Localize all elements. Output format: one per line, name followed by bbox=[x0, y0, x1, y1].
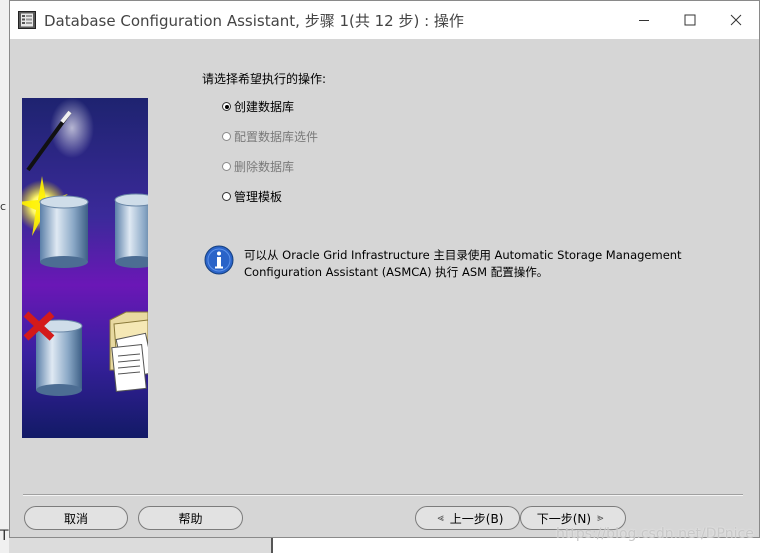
help-button[interactable]: 帮助 bbox=[138, 506, 243, 530]
radio-button[interactable] bbox=[222, 162, 231, 171]
back-label: 上一步(B) bbox=[449, 511, 504, 526]
close-button[interactable] bbox=[713, 1, 759, 39]
radio-delete-database[interactable]: 删除数据库 bbox=[222, 158, 294, 175]
radio-button[interactable] bbox=[222, 102, 231, 111]
radio-label: 创建数据库 bbox=[234, 100, 295, 114]
title-bar[interactable]: Database Configuration Assistant, 步骤 1(共… bbox=[10, 1, 759, 39]
radio-configure-options[interactable]: 配置数据库选件 bbox=[222, 128, 318, 145]
radio-create-database[interactable]: 创建数据库 bbox=[222, 98, 294, 115]
window-controls bbox=[621, 1, 759, 39]
background-window-edge: c T bbox=[0, 0, 9, 553]
chevron-right-icon: ⪢ bbox=[597, 511, 604, 524]
radio-manage-templates[interactable]: 管理模板 bbox=[222, 188, 282, 205]
chevron-left-icon: ⪡ bbox=[437, 511, 444, 524]
background-text-fragment: T bbox=[0, 528, 9, 544]
database-icon bbox=[39, 195, 89, 268]
minimize-icon bbox=[639, 20, 649, 21]
database-icon bbox=[114, 193, 148, 268]
operation-prompt: 请选择希望执行的操作: bbox=[202, 72, 327, 86]
wizard-illustration bbox=[22, 98, 148, 438]
window-title: Database Configuration Assistant, 步骤 1(共… bbox=[44, 11, 464, 30]
back-button[interactable]: ⪡ 上一步(B) bbox=[415, 506, 520, 530]
next-label: 下一步(N) bbox=[536, 511, 592, 526]
radio-label: 删除数据库 bbox=[234, 160, 295, 174]
info-icon bbox=[204, 245, 234, 275]
maximize-icon bbox=[684, 14, 696, 26]
background-text-fragment: c bbox=[0, 200, 7, 213]
cancel-label: 取消 bbox=[63, 511, 88, 526]
cancel-button[interactable]: 取消 bbox=[24, 506, 128, 530]
minimize-button[interactable] bbox=[621, 1, 667, 39]
radio-button[interactable] bbox=[222, 132, 231, 141]
maximize-button[interactable] bbox=[667, 1, 713, 39]
watermark-text: https://blog.csdn.net/DPnice bbox=[556, 526, 754, 542]
help-label: 帮助 bbox=[178, 511, 203, 526]
radio-label: 管理模板 bbox=[234, 190, 283, 204]
footer-separator bbox=[23, 494, 743, 496]
close-icon bbox=[730, 14, 742, 26]
radio-label: 配置数据库选件 bbox=[234, 130, 319, 144]
app-icon bbox=[18, 11, 36, 29]
background-selection bbox=[9, 538, 273, 553]
dbca-dialog: Database Configuration Assistant, 步骤 1(共… bbox=[9, 0, 760, 538]
radio-button[interactable] bbox=[222, 192, 231, 201]
document-icon bbox=[111, 332, 148, 392]
asmca-info-text: 可以从 Oracle Grid Infrastructure 主目录使用 Aut… bbox=[244, 248, 682, 279]
